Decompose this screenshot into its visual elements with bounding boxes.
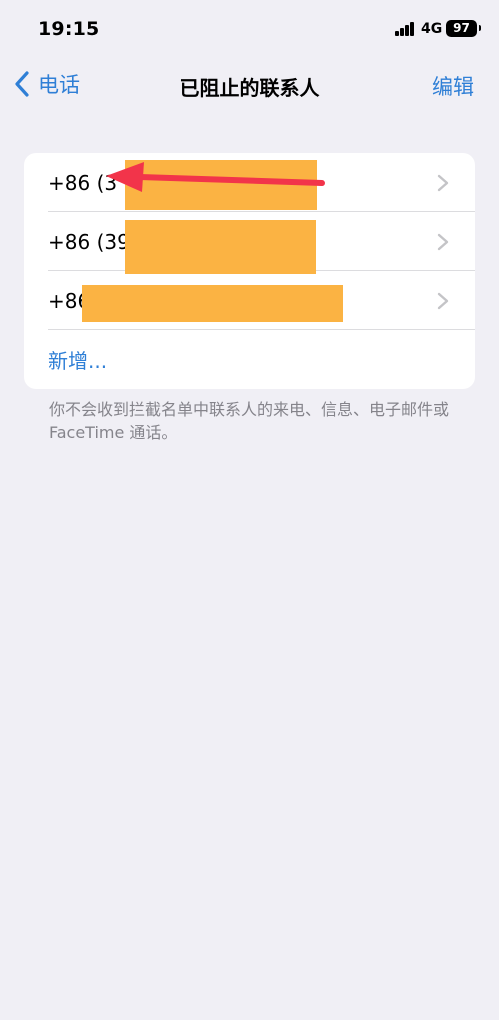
page-title: 已阻止的联系人 xyxy=(179,76,320,100)
screen: 19:15 4G 97 电话 已阻止的联系人 编辑 +86 (3 +86 (39… xyxy=(0,0,499,1020)
blocked-contact-number: +86 (39 xyxy=(48,229,130,254)
cellular-signal-icon xyxy=(395,22,415,36)
redaction-block xyxy=(125,220,316,274)
chevron-right-icon xyxy=(437,174,449,192)
add-new-button[interactable]: 新增... xyxy=(24,330,475,389)
red-arrow-annotation xyxy=(106,162,325,192)
status-bar: 19:15 4G 97 xyxy=(0,0,499,56)
add-new-label: 新增... xyxy=(48,349,108,373)
network-type: 4G xyxy=(421,21,443,37)
status-time: 19:15 xyxy=(38,18,100,40)
chevron-right-icon xyxy=(437,292,449,310)
battery-level: 97 xyxy=(453,21,470,35)
battery-icon: 97 xyxy=(446,20,481,37)
navigation-bar: 电话 已阻止的联系人 编辑 xyxy=(0,60,499,108)
chevron-right-icon xyxy=(437,233,449,251)
blocked-list-footnote: 你不会收到拦截名单中联系人的来电、信息、电子邮件或 FaceTime 通话。 xyxy=(49,400,450,442)
redaction-block xyxy=(82,285,343,322)
edit-button[interactable]: 编辑 xyxy=(432,71,474,101)
